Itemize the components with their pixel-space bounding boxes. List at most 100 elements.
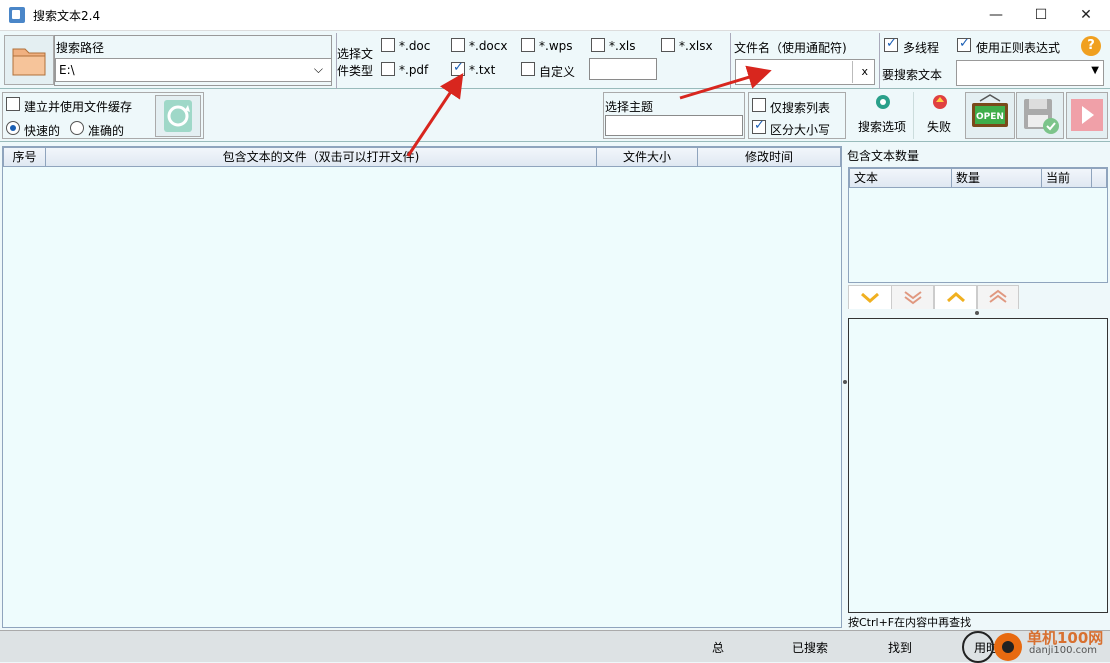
chevron-up-icon xyxy=(947,292,965,303)
save-icon xyxy=(1024,99,1059,134)
column-file[interactable]: 包含文本的文件（双击可以打开文件) xyxy=(46,148,597,166)
search-text-label: 要搜索文本 xyxy=(882,68,943,82)
search-path-label: 搜索路径 xyxy=(56,41,105,55)
search-list-only-label: 仅搜索列表 xyxy=(770,101,831,115)
checkbox-pdf-label: *.pdf xyxy=(399,63,429,77)
column-count[interactable]: 数量 xyxy=(952,169,1042,187)
column-index[interactable]: 序号 xyxy=(4,148,46,166)
checkbox-case-sensitive[interactable] xyxy=(752,118,766,134)
app-icon xyxy=(9,7,25,23)
case-sensitive-label: 区分大小写 xyxy=(770,123,831,137)
folder-icon xyxy=(12,48,46,76)
fail-button[interactable]: 失败 xyxy=(913,92,963,139)
status-total: 总 xyxy=(712,641,725,655)
cache-label: 建立并使用文件缓存 xyxy=(24,100,133,114)
checkbox-txt-label: *.txt xyxy=(469,63,496,77)
checkbox-txt[interactable] xyxy=(451,60,465,76)
column-current[interactable]: 当前 xyxy=(1042,169,1092,187)
search-text-combobox[interactable]: ▼ xyxy=(956,60,1104,86)
checkbox-doc[interactable] xyxy=(381,38,395,52)
fail-label: 失败 xyxy=(927,120,952,134)
theme-select[interactable] xyxy=(605,115,743,136)
file-type-label-1: 选择文 xyxy=(337,47,374,61)
count-table-header: 文本 数量 当前 xyxy=(849,168,1107,188)
horizontal-splitter-handle[interactable] xyxy=(975,311,979,315)
open-button[interactable]: OPEN xyxy=(965,92,1015,139)
watermark-ring xyxy=(962,631,994,663)
checkbox-doc-label: *.doc xyxy=(399,39,431,53)
watermark-logo xyxy=(994,633,1022,661)
start-search-button[interactable] xyxy=(1066,92,1108,139)
open-sign-text: OPEN xyxy=(976,112,1004,122)
checkbox-wps-label: *.wps xyxy=(539,39,573,53)
checkbox-xls-label: *.xls xyxy=(609,39,636,53)
double-chevron-up-icon xyxy=(989,289,1007,303)
open-sign-icon: OPEN xyxy=(972,94,1008,127)
checkbox-custom[interactable] xyxy=(521,62,535,76)
column-size[interactable]: 文件大小 xyxy=(597,148,698,166)
refresh-button[interactable] xyxy=(155,95,201,137)
search-options-button[interactable]: 搜索选项 xyxy=(855,92,911,139)
help-icon[interactable]: ? xyxy=(1081,36,1101,56)
checkbox-xlsx-label: *.xlsx xyxy=(679,39,713,53)
checkbox-pdf[interactable] xyxy=(381,62,395,76)
column-modified[interactable]: 修改时间 xyxy=(698,148,840,166)
gear-icon xyxy=(876,95,890,109)
checkbox-cache[interactable] xyxy=(6,97,20,111)
watermark-url: danji100.com xyxy=(1029,645,1097,656)
results-table[interactable]: 序号 包含文本的文件（双击可以打开文件) 文件大小 修改时间 xyxy=(2,146,842,628)
checkbox-wps[interactable] xyxy=(521,38,535,52)
fail-icon xyxy=(933,95,947,109)
checkbox-xls[interactable] xyxy=(591,38,605,52)
regex-label: 使用正则表达式 xyxy=(976,41,1061,55)
double-chevron-down-icon xyxy=(904,291,922,305)
search-path-combobox[interactable]: E:\ ⌵ xyxy=(55,58,332,82)
chevron-down-icon xyxy=(861,292,879,303)
checkbox-custom-label: 自定义 xyxy=(539,65,576,79)
filename-label: 文件名（使用通配符) xyxy=(734,41,847,55)
status-found: 找到 xyxy=(888,641,913,655)
content-preview[interactable] xyxy=(848,318,1108,613)
maximize-button[interactable]: ☐ xyxy=(1026,4,1056,26)
find-hint: 按Ctrl+F在内容中再查找 xyxy=(848,616,972,629)
checkbox-regex[interactable] xyxy=(957,36,971,52)
top-options-panel: 搜索路径 E:\ ⌵ 选择文 件类型 *.doc *.docx *.wps *.… xyxy=(0,31,1110,89)
status-bar: 总 已搜索 找到 用时 单机100网 danji100.com xyxy=(0,629,1110,663)
count-table[interactable]: 文本 数量 当前 xyxy=(848,167,1108,283)
next-match-button[interactable] xyxy=(848,285,892,309)
checkbox-multithread[interactable] xyxy=(884,36,898,52)
custom-type-input[interactable] xyxy=(589,58,657,80)
accurate-label: 准确的 xyxy=(88,124,125,138)
search-options-label: 搜索选项 xyxy=(858,120,907,134)
dropdown-arrow-icon: ▼ xyxy=(1091,65,1099,76)
radio-accurate[interactable] xyxy=(70,121,84,135)
last-match-button[interactable] xyxy=(891,285,934,309)
clear-filename-button[interactable]: x xyxy=(861,65,868,78)
first-match-button[interactable] xyxy=(977,285,1019,309)
checkbox-docx-label: *.docx xyxy=(469,39,508,53)
search-path-value: E:\ xyxy=(59,63,75,77)
count-panel-title: 包含文本数量 xyxy=(847,149,920,163)
filename-input[interactable]: x xyxy=(735,59,875,85)
previous-match-button[interactable] xyxy=(934,285,977,309)
secondary-options-panel: 建立并使用文件缓存 快速的 准确的 选择主题 仅搜索列表 区分大小写 搜索选项 … xyxy=(0,90,1110,142)
save-button[interactable] xyxy=(1016,92,1064,139)
theme-label: 选择主题 xyxy=(605,100,654,114)
checkbox-docx[interactable] xyxy=(451,38,465,52)
minimize-button[interactable]: — xyxy=(981,4,1011,26)
vertical-splitter-handle[interactable] xyxy=(843,380,847,384)
title-bar: 搜索文本2.4 — ☐ ✕ xyxy=(0,0,1110,31)
checkbox-search-list-only[interactable] xyxy=(752,98,766,112)
radio-fast[interactable] xyxy=(6,121,20,135)
play-icon xyxy=(1071,99,1103,131)
results-table-header: 序号 包含文本的文件（双击可以打开文件) 文件大小 修改时间 xyxy=(3,147,841,167)
column-text[interactable]: 文本 xyxy=(850,169,952,187)
fast-label: 快速的 xyxy=(24,124,61,138)
status-searched: 已搜索 xyxy=(792,641,829,655)
chevron-down-icon: ⌵ xyxy=(313,62,323,76)
refresh-icon xyxy=(164,100,192,132)
checkbox-xlsx[interactable] xyxy=(661,38,675,52)
file-type-label-2: 件类型 xyxy=(337,64,374,78)
close-button[interactable]: ✕ xyxy=(1071,4,1101,26)
browse-folder-button[interactable] xyxy=(4,35,54,85)
